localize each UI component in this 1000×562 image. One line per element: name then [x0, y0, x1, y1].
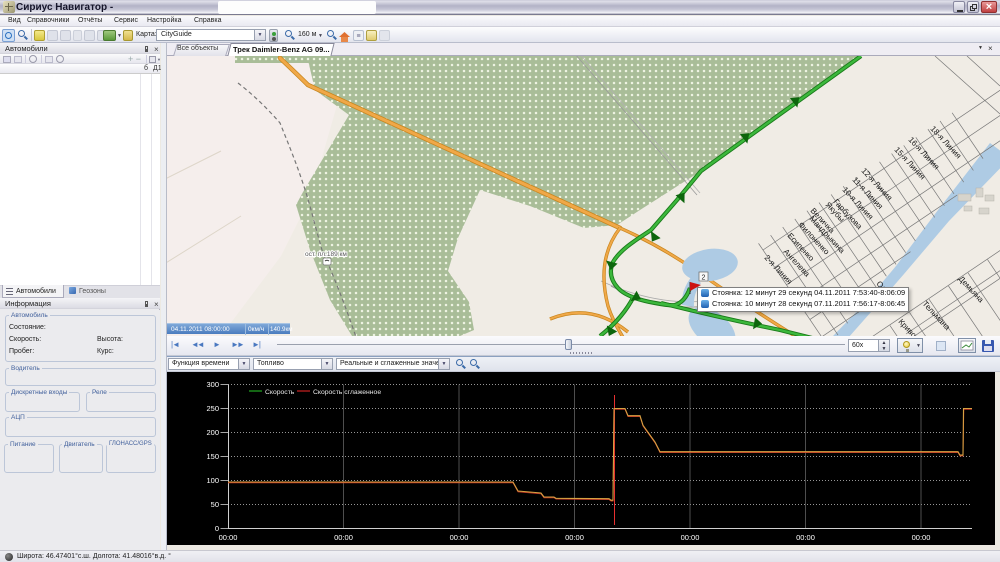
svg-text:00:00: 00:00	[912, 533, 931, 542]
svg-text:Скорость сглаженное: Скорость сглаженное	[313, 389, 381, 396]
svg-text:100: 100	[206, 476, 219, 485]
svg-text:2: 2	[702, 275, 706, 282]
svg-text:00:00: 00:00	[219, 533, 238, 542]
svg-text:150: 150	[206, 452, 219, 461]
svg-text:200: 200	[206, 428, 219, 437]
svg-text:0: 0	[215, 524, 219, 533]
svg-text:00:00: 00:00	[334, 533, 353, 542]
svg-text:00:00: 00:00	[796, 533, 815, 542]
svg-text:250: 250	[206, 404, 219, 413]
svg-text:50: 50	[211, 500, 219, 509]
svg-text:Скорость: Скорость	[265, 389, 295, 396]
svg-text:00:00: 00:00	[565, 533, 584, 542]
svg-text:300: 300	[206, 380, 219, 389]
svg-text:ост. пл.189 км: ост. пл.189 км	[305, 251, 347, 258]
svg-text:00:00: 00:00	[450, 533, 469, 542]
svg-text:00:00: 00:00	[681, 533, 700, 542]
